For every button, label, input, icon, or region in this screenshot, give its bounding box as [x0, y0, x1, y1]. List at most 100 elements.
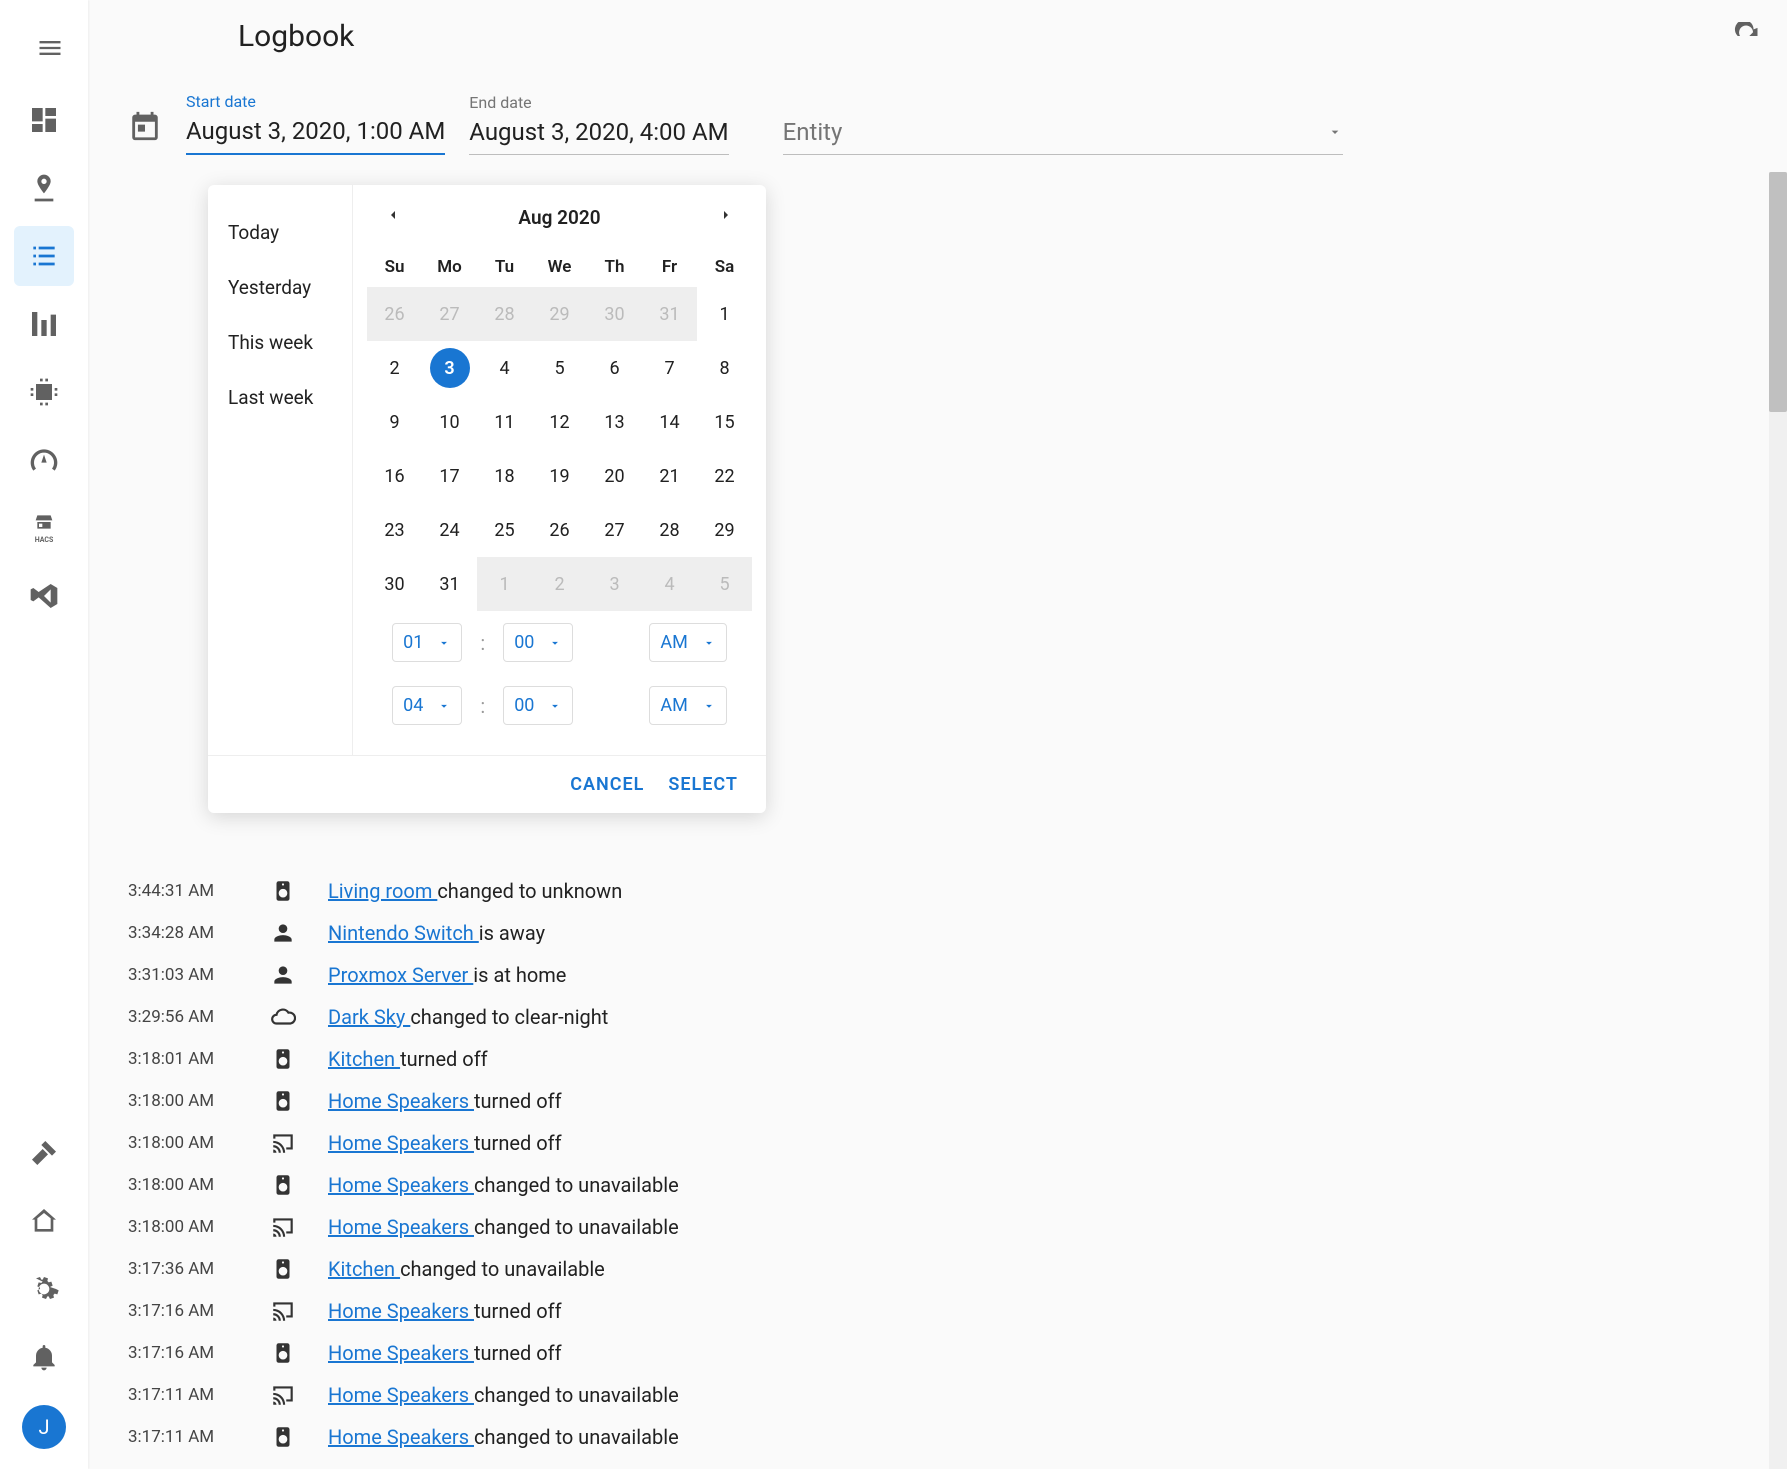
calendar-day[interactable]: 15: [697, 395, 752, 449]
calendar-day[interactable]: 19: [532, 449, 587, 503]
end-ampm-select[interactable]: AM: [649, 686, 726, 725]
entity-link[interactable]: Home Speakers: [328, 1341, 474, 1365]
calendar-day-next[interactable]: 1: [477, 557, 532, 611]
calendar-day[interactable]: 10: [422, 395, 477, 449]
log-text: Home Speakers turned off: [328, 1299, 562, 1323]
sidebar-item-devtools[interactable]: [14, 1123, 74, 1183]
dow-header: Sa: [697, 247, 752, 287]
calendar-day-prev[interactable]: 29: [532, 287, 587, 341]
entity-link[interactable]: Kitchen: [328, 1047, 400, 1071]
log-row: 3:17:16 AMHome Speakers turned off: [128, 1290, 1747, 1332]
calendar-day[interactable]: 22: [697, 449, 752, 503]
entity-link[interactable]: Home Speakers: [328, 1383, 474, 1407]
calendar-day-next[interactable]: 3: [587, 557, 642, 611]
scrollbar-thumb[interactable]: [1769, 172, 1787, 412]
sidebar-item-config[interactable]: [14, 1259, 74, 1319]
entity-link[interactable]: Home Speakers: [328, 1215, 474, 1239]
next-month-button[interactable]: [714, 203, 738, 231]
calendar-day[interactable]: 24: [422, 503, 477, 557]
log-time: 3:17:16 AM: [128, 1343, 238, 1363]
calendar-day[interactable]: 27: [587, 503, 642, 557]
calendar-day-next[interactable]: 4: [642, 557, 697, 611]
calendar-day[interactable]: 25: [477, 503, 532, 557]
start-minute-select[interactable]: 00: [503, 623, 573, 662]
calendar-day[interactable]: 16: [367, 449, 422, 503]
sidebar-item-supervisor[interactable]: [14, 1191, 74, 1251]
sidebar-item-logbook[interactable]: [14, 226, 74, 286]
log-time: 3:18:00 AM: [128, 1175, 238, 1195]
scrollbar[interactable]: [1769, 172, 1787, 1469]
calendar-day[interactable]: 17: [422, 449, 477, 503]
calendar-day[interactable]: 28: [642, 503, 697, 557]
select-button[interactable]: SELECT: [668, 774, 738, 795]
sidebar-item-map[interactable]: [14, 158, 74, 218]
calendar-day[interactable]: 13: [587, 395, 642, 449]
entity-link[interactable]: Home Speakers: [328, 1425, 474, 1449]
calendar-day-prev[interactable]: 28: [477, 287, 532, 341]
sidebar-item-vscode[interactable]: [14, 566, 74, 626]
calendar-day[interactable]: 6: [587, 341, 642, 395]
entity-link[interactable]: Proxmox Server: [328, 963, 473, 987]
calendar-day-next[interactable]: 2: [532, 557, 587, 611]
calendar-day[interactable]: 9: [367, 395, 422, 449]
end-minute-select[interactable]: 00: [503, 686, 573, 725]
dow-header: Th: [587, 247, 642, 287]
user-avatar[interactable]: J: [22, 1405, 66, 1449]
calendar-day[interactable]: 29: [697, 503, 752, 557]
calendar-day[interactable]: 4: [477, 341, 532, 395]
calendar-day-prev[interactable]: 26: [367, 287, 422, 341]
calendar-day[interactable]: 30: [367, 557, 422, 611]
entity-link[interactable]: Home Speakers: [328, 1173, 474, 1197]
entity-link[interactable]: Kitchen: [328, 1257, 400, 1281]
calendar-day[interactable]: 18: [477, 449, 532, 503]
preset-today[interactable]: Today: [208, 205, 352, 260]
entity-link[interactable]: Home Speakers: [328, 1089, 474, 1113]
start-ampm-select[interactable]: AM: [649, 623, 726, 662]
calendar-day[interactable]: 7: [642, 341, 697, 395]
entity-link[interactable]: Nintendo Switch: [328, 921, 479, 945]
sidebar: HACS J: [0, 0, 88, 1469]
calendar-day[interactable]: 11: [477, 395, 532, 449]
calendar-day[interactable]: 14: [642, 395, 697, 449]
entity-link[interactable]: Home Speakers: [328, 1299, 474, 1323]
month-label: Aug 2020: [518, 206, 600, 229]
sidebar-item-history[interactable]: [14, 294, 74, 354]
refresh-button[interactable]: [1727, 16, 1767, 56]
start-date-field[interactable]: Start date August 3, 2020, 1:00 AM: [186, 92, 445, 155]
calendar-day[interactable]: 23: [367, 503, 422, 557]
log-row: 3:18:00 AMHome Speakers changed to unava…: [128, 1206, 1747, 1248]
calendar-day[interactable]: 3: [422, 341, 477, 395]
sidebar-item-hacs[interactable]: HACS: [14, 498, 74, 558]
entity-link[interactable]: Home Speakers: [328, 1131, 474, 1155]
calendar-day-prev[interactable]: 27: [422, 287, 477, 341]
calendar-day[interactable]: 26: [532, 503, 587, 557]
end-date-field[interactable]: End date August 3, 2020, 4:00 AM: [469, 93, 728, 155]
calendar-day[interactable]: 21: [642, 449, 697, 503]
sidebar-item-notifications[interactable]: [14, 1327, 74, 1387]
calendar-day[interactable]: 12: [532, 395, 587, 449]
calendar-day-prev[interactable]: 30: [587, 287, 642, 341]
sidebar-item-esphome[interactable]: [14, 362, 74, 422]
calendar-day[interactable]: 2: [367, 341, 422, 395]
preset-last-week[interactable]: Last week: [208, 370, 352, 425]
sidebar-item-gauge[interactable]: [14, 430, 74, 490]
sidebar-item-overview[interactable]: [14, 90, 74, 150]
calendar-day[interactable]: 20: [587, 449, 642, 503]
preset-this-week[interactable]: This week: [208, 315, 352, 370]
calendar-day-next[interactable]: 5: [697, 557, 752, 611]
entity-link[interactable]: Living room: [328, 879, 437, 903]
calendar-day[interactable]: 31: [422, 557, 477, 611]
calendar-day-prev[interactable]: 31: [642, 287, 697, 341]
prev-month-button[interactable]: [381, 203, 405, 231]
calendar-day[interactable]: 1: [697, 287, 752, 341]
entity-link[interactable]: Dark Sky: [328, 1005, 410, 1029]
calendar-day[interactable]: 5: [532, 341, 587, 395]
entity-select[interactable]: Entity: [783, 110, 1343, 155]
menu-button[interactable]: [30, 28, 70, 68]
end-hour-select[interactable]: 04: [392, 686, 462, 725]
start-hour-select[interactable]: 01: [392, 623, 462, 662]
calendar-day[interactable]: 8: [697, 341, 752, 395]
log-row: 3:29:56 AMDark Sky changed to clear-nigh…: [128, 996, 1747, 1038]
preset-yesterday[interactable]: Yesterday: [208, 260, 352, 315]
cancel-button[interactable]: CANCEL: [570, 774, 644, 795]
